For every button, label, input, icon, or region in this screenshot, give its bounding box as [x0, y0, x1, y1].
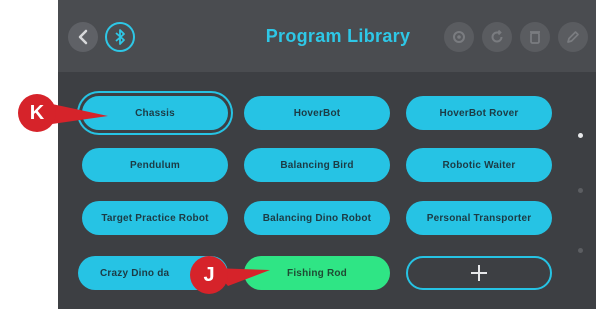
program-label: Personal Transporter	[426, 212, 532, 224]
refresh-icon	[491, 29, 503, 43]
program-balancing-dino-robot[interactable]: Balancing Dino Robot	[244, 201, 390, 235]
program-personal-transporter[interactable]: Personal Transporter	[406, 201, 552, 235]
page-title: Program Library	[265, 26, 411, 46]
program-hoverbot-rover[interactable]: HoverBot Rover	[406, 96, 552, 130]
program-fishing-rod[interactable]: Fishing Rod	[244, 256, 390, 290]
program-label: Robotic Waiter	[442, 159, 516, 171]
program-label: Chassis	[135, 107, 175, 119]
plus-icon	[471, 265, 487, 281]
back-button[interactable]	[68, 22, 98, 52]
program-robotic-waiter[interactable]: Robotic Waiter	[406, 148, 552, 182]
program-label: Pendulum	[130, 159, 180, 171]
program-library-screen: Program Library Chassis HoverBot HoverBo…	[58, 0, 596, 309]
add-program-button[interactable]	[406, 256, 552, 290]
page-indicator-dot[interactable]	[578, 188, 583, 193]
bluetooth-icon	[115, 29, 125, 45]
page-indicator-dot-active[interactable]	[578, 133, 583, 138]
delete-icon	[530, 31, 540, 44]
chevron-left-icon	[78, 29, 88, 45]
edit-icon	[567, 31, 579, 43]
header-bar: Program Library	[58, 0, 596, 72]
program-label: Fishing Rod	[287, 267, 347, 279]
program-label: Crazy Dino da	[100, 267, 170, 279]
delete-button[interactable]	[520, 22, 550, 52]
callout-k: K	[18, 94, 56, 132]
program-balancing-bird[interactable]: Balancing Bird	[244, 148, 390, 182]
page-indicator-dot[interactable]	[578, 248, 583, 253]
settings-button[interactable]	[444, 22, 474, 52]
program-label: HoverBot	[293, 107, 341, 119]
program-label: HoverBot Rover	[439, 107, 519, 119]
program-label: Balancing Dino Robot	[262, 212, 372, 224]
refresh-button[interactable]	[482, 22, 512, 52]
program-hoverbot[interactable]: HoverBot	[244, 96, 390, 130]
settings-icon	[453, 31, 465, 43]
callout-j: J	[190, 256, 228, 294]
program-pendulum[interactable]: Pendulum	[82, 148, 228, 182]
edit-button[interactable]	[558, 22, 588, 52]
program-target-practice-robot[interactable]: Target Practice Robot	[82, 201, 228, 235]
program-label: Target Practice Robot	[101, 212, 209, 224]
program-chassis[interactable]: Chassis	[82, 96, 228, 130]
program-label: Balancing Bird	[280, 159, 354, 171]
bluetooth-button[interactable]	[105, 22, 135, 52]
